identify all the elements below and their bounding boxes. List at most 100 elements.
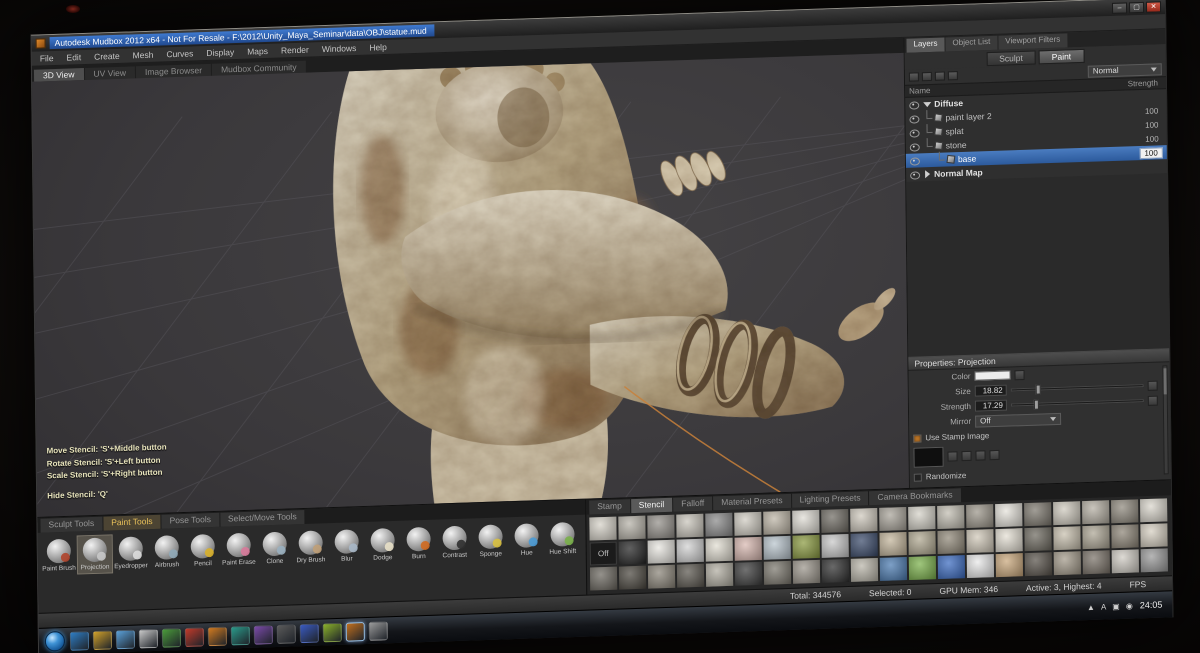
stencil-thumbnail[interactable] xyxy=(793,535,820,559)
layer-strength-value[interactable]: 100 xyxy=(1139,147,1162,159)
taskbar-app-icon[interactable] xyxy=(162,628,181,648)
color-swatch[interactable] xyxy=(975,370,1011,380)
stencil-thumbnail[interactable] xyxy=(618,516,645,540)
stencil-thumbnail[interactable] xyxy=(735,537,762,561)
stamp-browse-button[interactable] xyxy=(947,451,957,461)
visibility-eye-icon[interactable] xyxy=(908,155,921,166)
randomize-checkbox[interactable] xyxy=(914,473,922,481)
stencil-thumbnail[interactable] xyxy=(908,531,935,555)
size-value-field[interactable]: 18.82 xyxy=(975,385,1007,397)
stencil-thumbnail[interactable] xyxy=(793,560,820,584)
stencil-thumbnail[interactable] xyxy=(619,541,646,565)
stencil-thumbnail[interactable] xyxy=(1111,524,1138,548)
menu-item[interactable]: Curves xyxy=(166,48,193,59)
stencil-thumbnail[interactable] xyxy=(763,511,790,535)
tray-icon[interactable]: A xyxy=(1101,602,1106,611)
color-picker-button[interactable] xyxy=(1014,370,1024,380)
taskbar-app-icon[interactable] xyxy=(231,625,250,645)
stencil-thumbnail[interactable] xyxy=(589,517,616,541)
stencil-thumbnail[interactable] xyxy=(676,514,703,538)
stencil-panel-tab[interactable]: Stencil xyxy=(631,498,673,513)
tray-icon[interactable]: ▣ xyxy=(1112,601,1120,610)
stencil-thumbnail[interactable] xyxy=(619,566,646,590)
menu-item[interactable]: Edit xyxy=(66,52,81,62)
tool-button[interactable]: Projection xyxy=(78,535,112,574)
stamp-refresh-button[interactable] xyxy=(975,450,985,460)
taskbar-app-icon[interactable] xyxy=(185,627,204,647)
tool-button[interactable]: Dry Brush xyxy=(294,528,328,567)
tool-button[interactable]: Clone xyxy=(258,529,292,568)
menu-item[interactable]: Mesh xyxy=(133,50,154,61)
stencil-thumbnail[interactable] xyxy=(1140,498,1167,522)
tool-button[interactable]: Hue xyxy=(509,521,543,560)
menu-item[interactable]: Windows xyxy=(322,43,357,54)
taskbar-app-icon[interactable] xyxy=(93,630,112,650)
stencil-thumbnail[interactable] xyxy=(938,555,965,579)
expand-icon[interactable] xyxy=(925,170,930,178)
layer-strength-value[interactable]: 100 xyxy=(1145,106,1164,116)
stencil-thumbnail[interactable] xyxy=(967,554,994,578)
slider-handle[interactable] xyxy=(1035,385,1040,395)
stencil-thumbnail[interactable] xyxy=(851,533,878,557)
tool-button[interactable]: Hue Shift xyxy=(545,520,579,559)
start-button[interactable] xyxy=(45,631,65,652)
stencil-thumbnail[interactable] xyxy=(764,536,791,560)
stencil-thumbnail[interactable] xyxy=(822,534,849,558)
visibility-eye-icon[interactable] xyxy=(907,99,920,110)
menu-item[interactable]: Maps xyxy=(247,46,268,57)
stencil-thumbnail[interactable] xyxy=(590,567,617,591)
strength-slider[interactable] xyxy=(1011,399,1144,406)
blend-mode-dropdown[interactable]: Normal xyxy=(1088,63,1162,77)
stencil-thumbnail[interactable] xyxy=(1024,502,1051,526)
slider-handle[interactable] xyxy=(1034,400,1039,410)
stencil-thumbnail[interactable] xyxy=(734,512,761,536)
duplicate-layer-icon[interactable] xyxy=(922,72,932,81)
stencil-thumbnail[interactable] xyxy=(1053,501,1080,525)
taskbar-app-icon[interactable] xyxy=(369,621,388,641)
stencil-thumbnail[interactable] xyxy=(937,505,964,529)
stencil-thumbnail[interactable] xyxy=(792,510,819,534)
minimize-button[interactable]: – xyxy=(1112,2,1127,13)
strength-options-button[interactable] xyxy=(1148,395,1158,405)
stencil-thumbnail[interactable] xyxy=(647,515,674,539)
stencil-thumbnail[interactable] xyxy=(706,538,733,562)
new-group-icon[interactable] xyxy=(935,71,945,80)
tool-button[interactable]: Dodge xyxy=(365,526,399,565)
stamp-clear-button[interactable] xyxy=(989,450,999,460)
stencil-thumbnail[interactable] xyxy=(966,504,993,528)
close-button[interactable]: ✕ xyxy=(1146,1,1161,12)
taskbar-app-icon[interactable] xyxy=(254,625,273,645)
mirror-dropdown[interactable]: Off xyxy=(975,412,1061,427)
stencil-thumbnail[interactable] xyxy=(1083,550,1110,574)
stencil-thumbnail[interactable] xyxy=(677,564,704,588)
tool-button[interactable]: Blur xyxy=(330,527,364,566)
strength-value-field[interactable]: 17.29 xyxy=(975,400,1007,412)
scrollbar-thumb[interactable] xyxy=(1163,368,1166,394)
mode-button[interactable]: Paint xyxy=(1039,48,1085,64)
stencil-thumbnail[interactable] xyxy=(880,557,907,581)
tray-icon[interactable]: ▲ xyxy=(1087,602,1095,611)
stencil-thumbnail[interactable] xyxy=(677,539,704,563)
taskbar-app-icon[interactable] xyxy=(139,628,158,648)
stencil-thumbnail[interactable] xyxy=(1141,548,1168,572)
stencil-thumbnail[interactable] xyxy=(909,556,936,580)
stencil-thumbnail[interactable] xyxy=(966,529,993,553)
stencil-thumbnail[interactable] xyxy=(995,503,1022,527)
panel-tab[interactable]: Layers xyxy=(906,37,944,52)
tool-button[interactable]: Pencil xyxy=(186,532,220,571)
visibility-eye-icon[interactable] xyxy=(907,113,920,124)
tool-button[interactable]: Burn xyxy=(401,525,435,564)
stencil-thumbnail[interactable] xyxy=(1112,549,1139,573)
stencil-thumbnail[interactable] xyxy=(822,559,849,583)
stencil-thumbnail[interactable] xyxy=(1053,526,1080,550)
stencil-thumbnail[interactable] xyxy=(995,528,1022,552)
maximize-button[interactable]: ▢ xyxy=(1129,1,1144,12)
stamp-folder-button[interactable] xyxy=(961,451,971,461)
stencil-off-button[interactable]: Off xyxy=(590,542,617,566)
tool-button[interactable]: Paint Erase xyxy=(222,531,256,570)
tool-button[interactable]: Contrast xyxy=(437,523,471,562)
delete-layer-icon[interactable] xyxy=(948,71,958,80)
use-stamp-checkbox[interactable] xyxy=(913,434,921,442)
stencil-thumbnail[interactable] xyxy=(937,530,964,554)
stencil-thumbnail[interactable] xyxy=(735,562,762,586)
